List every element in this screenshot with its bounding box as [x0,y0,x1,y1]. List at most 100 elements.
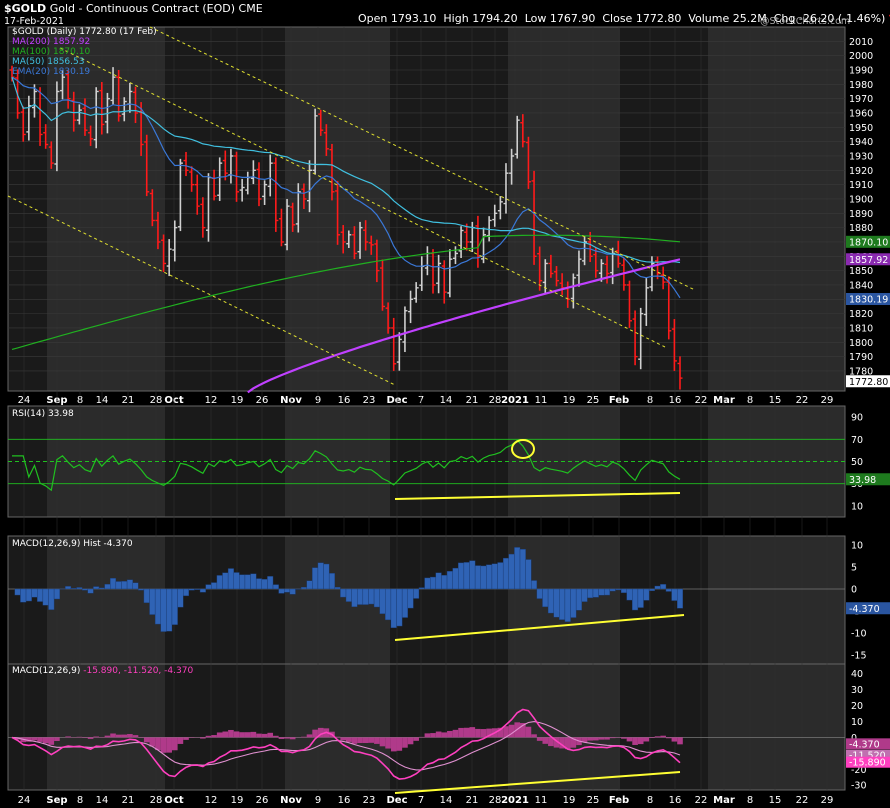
x-tick-label: Nov [280,795,302,806]
legend-ma50: MA(50) 1856.53 [12,57,85,67]
tag-ma200: 1857.92 [849,255,888,266]
x-tick-label: 22 [796,795,809,806]
panel-mh-stripe [708,536,845,664]
macdh-bar [194,588,201,590]
x-tick-label: 19 [563,795,576,806]
macd-hist-bar [110,733,116,738]
macd-hist-bar [677,737,683,745]
macdh-bar [126,579,133,590]
macd-hist-bar [273,735,279,738]
macdh-bar [581,588,588,602]
macdh-bar [261,579,268,590]
x-tick-label: 23 [363,795,376,806]
macd-hist-bar [31,737,38,741]
macd-tick-label: 10 [851,717,863,728]
x-tick-label: 8 [77,795,83,806]
macd-hist-bar [121,734,128,738]
macd-hist-bar [76,736,83,738]
macd-hist-bar [385,737,391,749]
macdh-bar [53,588,60,600]
x-tick-label: 8 [747,795,753,806]
macd-hist-bar [390,737,397,752]
macd-hist-bar [256,733,262,738]
price-tick-label: 1980 [849,80,873,91]
macd-hist-bar [239,732,245,738]
x-tick-label: 25 [587,795,600,806]
macdh-bar [620,588,627,593]
x-tick-label: Mar [713,795,735,806]
macdh-bar [65,586,72,590]
macd-hist-bar [643,737,650,742]
macdh-bar [463,562,470,590]
macdh-bar [289,588,296,595]
macdh-bar [171,588,178,625]
macdh-bar [233,572,240,590]
macdh-bar [244,574,251,590]
macdh-bar [502,557,509,590]
macdh-bar [87,588,94,594]
panel-m-stripe [47,664,165,790]
macd-hist-bar [93,736,100,738]
macd-hist-bar [435,731,442,738]
macdh-bar [519,549,526,590]
macdh-bar [250,573,257,590]
macdh-bar [547,588,554,614]
macd-hist-bar [177,737,184,744]
macd-hist-bar [598,737,605,740]
tag-ma100: 1870.10 [849,237,888,248]
macdh-bar [676,588,684,609]
macdh-bar [575,588,582,611]
price-tick-label: 1850 [849,266,873,277]
tag-macdh: -4.370 [849,604,880,615]
price-tick-label: 1820 [849,309,873,320]
tag-ema20: 1830.19 [849,295,888,306]
tag-macd: -15.890 [849,758,886,769]
macdh-bar [559,588,566,620]
macd-hist-bar [587,737,593,741]
macdh-bar [317,562,324,590]
macd-hist-bar [132,735,139,738]
macd-hist-bar [604,737,610,740]
macdh-bar [199,588,206,593]
price-tick-label: 1900 [849,194,873,205]
macdh-bar [491,563,498,590]
macd-hist-bar [649,737,655,739]
price-tick-label: 1840 [849,280,873,291]
macd-hist-bar [289,737,296,740]
macdh-bar [222,572,229,590]
macdh-bar [379,588,386,614]
macd-hist-bar [379,737,386,747]
price-tick-label: 1920 [849,166,873,177]
x-tick-label: 21 [466,795,479,806]
macdh-bar [160,588,167,632]
macd-hist-bar [166,737,172,753]
description: Gold - Continuous Contract (EOD) [49,2,236,15]
macdh-tick-label: 5 [851,562,857,573]
macdh-bar [446,571,453,590]
macd-hist-bar [143,737,150,743]
legend-macd-hist: MACD(12,26,9) Hist -4.370 [12,539,133,549]
macdh-bar [671,588,678,601]
tag-last: 1772.80 [849,377,888,388]
open-label: Open [358,12,388,25]
rsi-tick-label: 50 [851,457,863,468]
x-tick-label: 16 [338,795,351,806]
rsi-tick-label: 10 [851,501,863,512]
x-tick-label: 14 [96,795,109,806]
macd-hist-bar [413,737,419,741]
price-tick-label: 1800 [849,338,873,349]
legend-macd-values: -15.890, -11.520, -4.370 [83,666,194,676]
macdh-bar [132,582,139,590]
macdh-bar [373,588,380,608]
macdh-bar [542,588,549,608]
x-tick-label: 7 [418,795,424,806]
macdh-bar [497,562,504,590]
chg-label: Chg [773,12,796,25]
macdh-bar [300,587,307,590]
header-date: 17-Feb-2021 [4,16,64,27]
macd-hist-bar [480,729,487,738]
macdh-bar [183,588,190,597]
x-tick-label: 9 [315,795,321,806]
chg-value: -26.20 (-1.46%) [798,12,886,25]
macdh-bar [458,562,465,590]
